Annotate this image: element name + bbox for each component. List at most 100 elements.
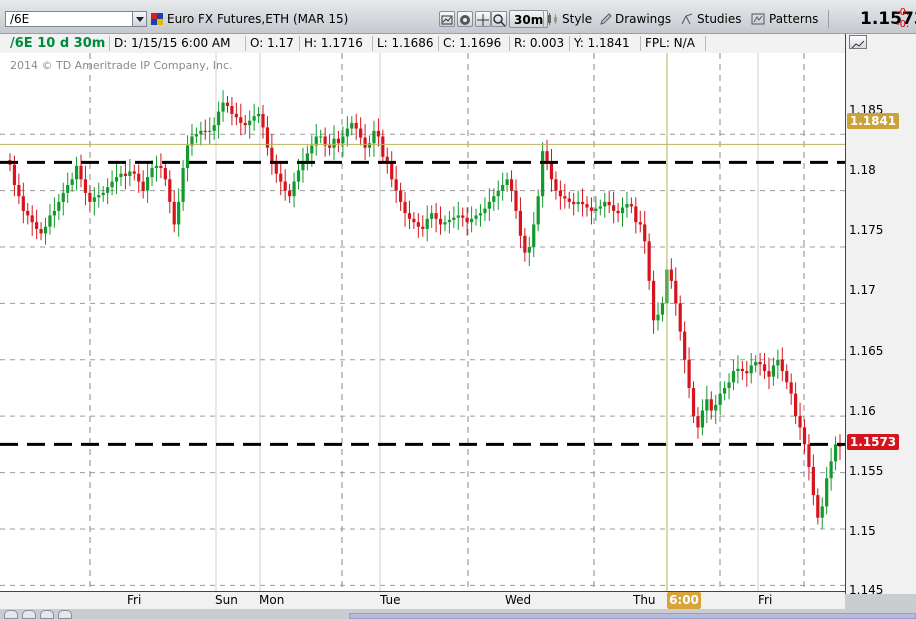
zoom-icon[interactable] <box>491 11 507 27</box>
candle-body <box>634 206 638 223</box>
candle-body <box>541 151 545 197</box>
candle-body <box>212 125 216 131</box>
studies-menu-button[interactable]: Studies <box>693 10 746 28</box>
candle-body <box>656 314 660 321</box>
expand-icon[interactable] <box>58 610 72 619</box>
candle-body <box>332 138 336 148</box>
candle-body <box>234 113 238 118</box>
candle-body <box>43 226 48 234</box>
candle-body <box>696 416 700 428</box>
candle-body <box>461 215 465 218</box>
header-fpl: FPL: N/A <box>645 36 695 50</box>
header-divider <box>569 36 570 51</box>
time-tick: Thu <box>633 593 656 607</box>
time-tick: Fri <box>127 593 142 607</box>
candle-body <box>749 365 753 374</box>
candle-body <box>598 206 602 209</box>
candle-body <box>181 168 185 202</box>
zoom-in-icon[interactable] <box>22 610 36 619</box>
candle-body <box>554 179 558 191</box>
candle-body <box>580 201 585 205</box>
candlestick-chart[interactable] <box>0 53 845 591</box>
header-divider <box>640 36 641 51</box>
symbol-input[interactable]: /6E <box>5 11 133 27</box>
candle-body <box>345 128 349 137</box>
price-chart-area[interactable] <box>0 53 845 591</box>
candle-body <box>145 177 150 191</box>
candle-body <box>549 162 554 180</box>
instrument-name: Euro FX Futures,ETH (MAR 15) <box>167 12 349 26</box>
candle-body <box>816 495 820 518</box>
candle-body <box>536 196 540 225</box>
candle-body <box>83 179 88 193</box>
candle-body <box>66 184 70 193</box>
time-tick: Fri <box>758 593 773 607</box>
candle-body <box>727 382 731 388</box>
drawings-menu-button[interactable]: Drawings <box>611 10 675 28</box>
candle-body <box>177 201 181 225</box>
candle-body <box>88 192 92 202</box>
candle-body <box>363 137 367 148</box>
candle-body <box>594 208 598 211</box>
candle-body <box>612 205 616 211</box>
candle-body <box>731 371 736 383</box>
header-high: H: 1.1716 <box>304 36 363 50</box>
candle-body <box>438 218 443 225</box>
candle-body <box>452 217 456 220</box>
candle-body <box>771 365 776 377</box>
axis-settings-icon[interactable] <box>849 35 867 49</box>
candle-body <box>61 192 65 202</box>
crosshair-icon[interactable] <box>475 11 491 27</box>
fit-icon[interactable] <box>40 610 54 619</box>
candle-body <box>651 280 656 321</box>
horizontal-scrollbar[interactable] <box>349 613 916 619</box>
price-tick: 1.18 <box>849 163 876 177</box>
candle-body <box>709 399 713 411</box>
candle-body <box>283 181 287 191</box>
candle-body <box>141 181 145 191</box>
patterns-menu-button[interactable]: Patterns <box>765 10 822 28</box>
settings-icon[interactable] <box>457 11 473 27</box>
candle-body <box>327 145 332 148</box>
style-icon[interactable] <box>439 11 455 27</box>
candle-body <box>381 136 385 157</box>
candle-body <box>820 506 824 518</box>
candle-body <box>474 215 478 219</box>
candle-body <box>722 387 727 394</box>
candle-body <box>807 444 811 467</box>
time-tick: Sun <box>215 593 238 607</box>
candle-body <box>221 102 225 112</box>
candle-body <box>97 195 101 198</box>
candle-body <box>789 382 793 394</box>
style-menu-button[interactable]: Style <box>558 10 596 28</box>
candle-body <box>585 204 589 208</box>
last-price-label: 1.1573 <box>847 434 899 450</box>
header-low: L: 1.1686 <box>377 36 434 50</box>
candle-body <box>172 201 176 225</box>
candle-body <box>350 122 354 129</box>
chart-toolbar: /6E Euro FX Futures,ETH (MAR 15) 30m Sty… <box>0 0 916 34</box>
price-tick: 1.165 <box>849 344 884 358</box>
candle-body <box>430 213 434 219</box>
header-symbol-period[interactable]: /6E 10 d 30m <box>10 34 105 53</box>
candle-body <box>443 222 447 225</box>
candle-body <box>398 190 403 202</box>
candle-body <box>390 162 394 180</box>
candle-body <box>21 196 25 211</box>
candle-body <box>336 138 341 144</box>
symbol-dropdown-icon[interactable] <box>133 11 147 27</box>
cursor-time-label: 6:00 <box>667 592 701 609</box>
candle-body <box>705 399 709 411</box>
header-close: C: 1.1696 <box>443 36 502 50</box>
time-tick: Mon <box>259 593 285 607</box>
candle-body <box>12 164 17 185</box>
candle-body <box>754 362 758 366</box>
candle-body <box>678 303 682 332</box>
candle-body <box>620 207 625 214</box>
candle-body <box>674 280 678 304</box>
candle-body <box>376 130 380 137</box>
candle-body <box>412 218 416 223</box>
candle-body <box>616 210 620 214</box>
zoom-out-icon[interactable] <box>4 610 18 619</box>
candle-body <box>434 213 438 219</box>
